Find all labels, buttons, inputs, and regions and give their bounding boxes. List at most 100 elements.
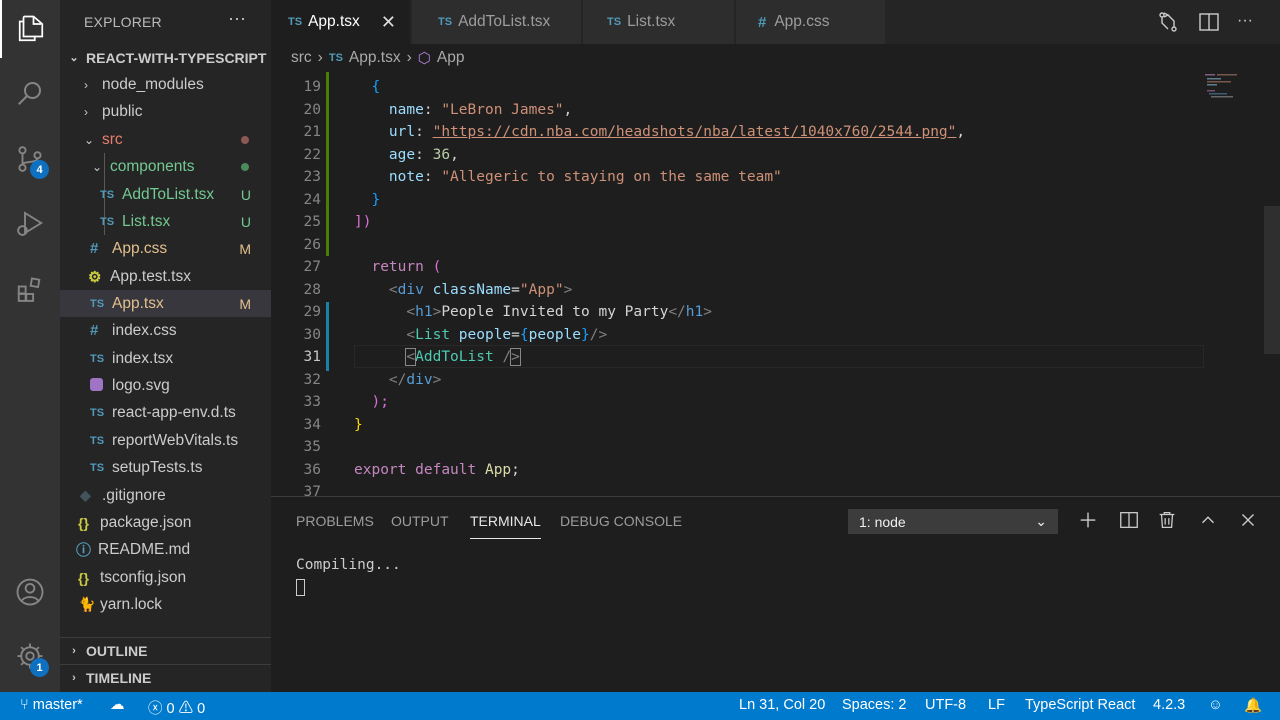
chevron-down-icon: ⌄ — [92, 159, 103, 174]
tab-debug-console[interactable]: DEBUG CONSOLE — [560, 513, 682, 529]
root-folder-header[interactable]: ⌄ REACT-WITH-TYPESCRIPT — [60, 44, 271, 71]
tab-addtolist[interactable]: TS AddToList.tsx — [412, 0, 582, 44]
chevron-down-icon: ⌄ — [1035, 513, 1047, 529]
terminal-cursor[interactable] — [296, 579, 305, 596]
end-of-line[interactable]: LF — [988, 697, 1005, 713]
problems-indicator[interactable]: ⓧ 0 ⚠ 0 — [148, 697, 205, 718]
manage-gear-icon[interactable]: 1 — [0, 627, 60, 685]
tab-terminal[interactable]: TERMINAL — [470, 513, 541, 539]
tree-item-app-tsx[interactable]: TS App.tsx M — [60, 290, 271, 317]
info-icon: ⓘ — [76, 542, 92, 559]
breadcrumb-folder[interactable]: src — [291, 49, 312, 67]
error-count: 0 — [166, 701, 175, 717]
symbol-cube-icon: ⬡ — [417, 50, 431, 67]
tree-item-react-app-env[interactable]: TS react-app-env.d.ts — [60, 399, 271, 426]
tree-item-gitignore[interactable]: ◆ .gitignore — [60, 482, 271, 509]
tab-app-css[interactable]: # App.css — [736, 0, 886, 44]
tab-list[interactable]: TS List.tsx — [583, 0, 735, 44]
chevron-right-icon: › — [84, 77, 88, 92]
tree-item-components[interactable]: ⌄ components — [60, 153, 271, 180]
tree-item-logo[interactable]: logo.svg — [60, 372, 271, 399]
new-terminal-icon[interactable] — [1077, 509, 1099, 531]
git-status: M — [239, 295, 251, 312]
typescript-version[interactable]: 4.2.3 — [1153, 697, 1185, 713]
notifications-bell-icon[interactable]: 🔔 — [1244, 697, 1262, 714]
tree-item-label: tsconfig.json — [100, 568, 187, 586]
tree-item-label: App.test.tsx — [110, 267, 191, 285]
tree-item-label: setupTests.ts — [112, 458, 203, 476]
tree-item-addtolist[interactable]: TS AddToList.tsx U — [60, 181, 271, 208]
typescript-icon: TS — [90, 461, 105, 474]
timeline-section[interactable]: › TIMELINE — [60, 664, 271, 691]
code-editor[interactable]: 19 { 20 name: "LeBron James", 21 url: "h… — [271, 72, 1280, 496]
open-changes-icon[interactable] — [1156, 10, 1180, 34]
breadcrumb-separator: › — [406, 49, 412, 66]
chevron-right-icon: › — [72, 672, 76, 684]
bottom-panel: PROBLEMS OUTPUT TERMINAL DEBUG CONSOLE 1… — [271, 496, 1280, 692]
outline-section[interactable]: › OUTLINE — [60, 637, 271, 664]
split-terminal-icon[interactable] — [1118, 509, 1140, 531]
branch-indicator[interactable]: ⑂ master* — [20, 697, 83, 713]
terminal-select[interactable]: 1: node ⌄ — [848, 509, 1058, 534]
tab-problems[interactable]: PROBLEMS — [296, 513, 374, 529]
git-status: M — [239, 240, 251, 257]
explorer-icon[interactable] — [0, 0, 60, 58]
run-debug-icon[interactable] — [0, 194, 60, 252]
tree-item-tsconfig[interactable]: {} tsconfig.json — [60, 564, 271, 591]
tree-item-label: react-app-env.d.ts — [112, 403, 236, 421]
tree-item-label: App.css — [112, 239, 168, 257]
close-icon[interactable] — [1237, 509, 1259, 531]
tree-item-src[interactable]: ⌄ src — [60, 126, 271, 153]
tree-item-label: README.md — [98, 540, 191, 558]
tree-item-readme[interactable]: ⓘ README.md — [60, 536, 271, 563]
tree-item-index-css[interactable]: # index.css — [60, 317, 271, 344]
sync-cloud-icon[interactable]: ☁ — [110, 697, 125, 713]
warning-count: 0 — [197, 701, 206, 717]
accounts-icon[interactable] — [0, 563, 60, 621]
tab-app-tsx[interactable]: TS App.tsx ✕ — [271, 0, 411, 44]
json-icon: {} — [78, 514, 89, 531]
tree-item-app-test[interactable]: ⚙ App.test.tsx — [60, 263, 271, 290]
split-editor-icon[interactable] — [1197, 10, 1221, 34]
git-status: U — [240, 186, 251, 203]
css-hash-icon: # — [90, 322, 99, 339]
trash-icon[interactable] — [1156, 509, 1178, 531]
json-icon: {} — [78, 569, 89, 586]
tree-item-index-tsx[interactable]: TS index.tsx — [60, 345, 271, 372]
cursor-position[interactable]: Ln 31, Col 20 — [739, 697, 825, 713]
tree-item-public[interactable]: › public — [60, 98, 271, 125]
minimap[interactable] — [1203, 72, 1271, 112]
tree-item-app-css[interactable]: # App.css M — [60, 235, 271, 262]
modified-dot — [241, 135, 249, 144]
chevron-up-icon[interactable] — [1197, 509, 1219, 531]
tab-label: App.css — [774, 13, 830, 30]
more-actions-icon[interactable]: ··· — [1237, 12, 1261, 36]
explorer-sidebar: EXPLORER ··· ⌄ REACT-WITH-TYPESCRIPT › n… — [60, 0, 271, 692]
tree-item-yarn-lock[interactable]: 🐈 yarn.lock — [60, 591, 271, 618]
search-icon[interactable] — [0, 64, 60, 122]
tree-item-list[interactable]: TS List.tsx U — [60, 208, 271, 235]
breadcrumb-file[interactable]: App.tsx — [349, 49, 401, 67]
breadcrumb-symbol[interactable]: App — [437, 49, 465, 67]
breadcrumb-separator: › — [317, 49, 323, 66]
typescript-icon: TS — [100, 188, 115, 201]
extensions-icon[interactable] — [0, 260, 60, 318]
indentation[interactable]: Spaces: 2 — [842, 697, 907, 713]
language-mode[interactable]: TypeScript React — [1025, 697, 1135, 713]
close-icon[interactable]: ✕ — [381, 12, 396, 33]
tab-output[interactable]: OUTPUT — [391, 513, 449, 529]
more-actions-icon[interactable]: ··· — [228, 8, 246, 29]
editor-scrollbar[interactable] — [1264, 206, 1280, 354]
typescript-icon: TS — [607, 16, 622, 28]
encoding[interactable]: UTF-8 — [925, 697, 966, 713]
typescript-icon: TS — [438, 16, 453, 28]
tree-item-report-web-vitals[interactable]: TS reportWebVitals.ts — [60, 427, 271, 454]
tree-item-package-json[interactable]: {} package.json — [60, 509, 271, 536]
source-control-icon[interactable]: 4 — [0, 130, 60, 188]
feedback-icon[interactable]: ☺ — [1208, 697, 1223, 713]
code-line: 34} — [303, 417, 363, 433]
tree-item-node-modules[interactable]: › node_modules — [60, 71, 271, 98]
chevron-right-icon: › — [72, 645, 76, 657]
tree-item-setup-tests[interactable]: TS setupTests.ts — [60, 454, 271, 481]
tree-item-label: index.css — [112, 321, 177, 339]
